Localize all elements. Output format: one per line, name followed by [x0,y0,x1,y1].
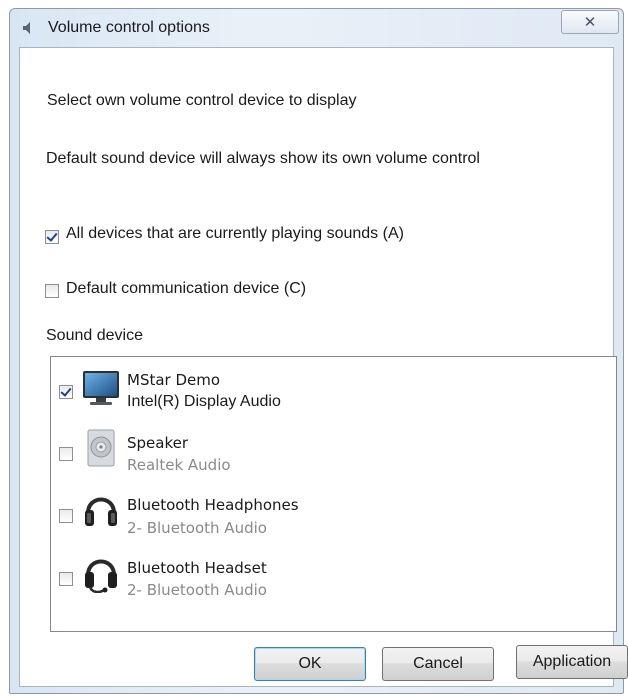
device-name: Bluetooth Headphones [127,496,299,514]
device-subtitle: 2- Bluetooth Audio [127,581,267,599]
all-devices-checkbox[interactable] [45,230,59,244]
close-icon: ✕ [583,14,597,31]
device-checkbox[interactable] [59,572,73,586]
device-name: MStar Demo [127,371,221,389]
window-title: Volume control options [48,19,210,36]
device-subtitle: 2- Bluetooth Audio [127,519,267,537]
sound-device-label: Sound device [46,327,143,344]
speaker-device-icon [87,429,115,467]
device-subtitle: Intel(R) Display Audio [127,393,281,410]
device-name: Bluetooth Headset [127,559,267,577]
default-communication-checkbox[interactable] [45,284,59,298]
monitor-icon [83,371,119,405]
sound-device-list[interactable]: MStar Demo Intel(R) Display Audio Speake… [50,356,617,632]
device-checkbox[interactable] [59,509,73,523]
instruction-text: Select own volume control device to disp… [47,92,357,109]
device-checkbox[interactable] [59,385,73,399]
dialog-body: Select own volume control device to disp… [19,47,628,687]
default-communication-label[interactable]: Default communication device (C) [66,280,306,298]
headphones-icon [85,497,117,526]
headset-icon [85,559,117,593]
device-checkbox[interactable] [59,447,73,461]
device-name: Speaker [127,434,189,452]
title-bar[interactable]: Volume control options ✕ [10,9,623,47]
application-button[interactable]: Application [516,645,628,679]
volume-control-options-dialog: Volume control options ✕ Select own volu… [9,8,628,694]
note-text: Default sound device will always show it… [46,150,480,167]
speaker-icon [23,22,30,34]
all-devices-label[interactable]: All devices that are currently playing s… [66,225,404,243]
ok-button[interactable]: OK [254,647,366,681]
close-button[interactable]: ✕ [561,10,619,34]
cancel-button[interactable]: Cancel [382,647,494,681]
device-subtitle: Realtek Audio [127,456,231,474]
